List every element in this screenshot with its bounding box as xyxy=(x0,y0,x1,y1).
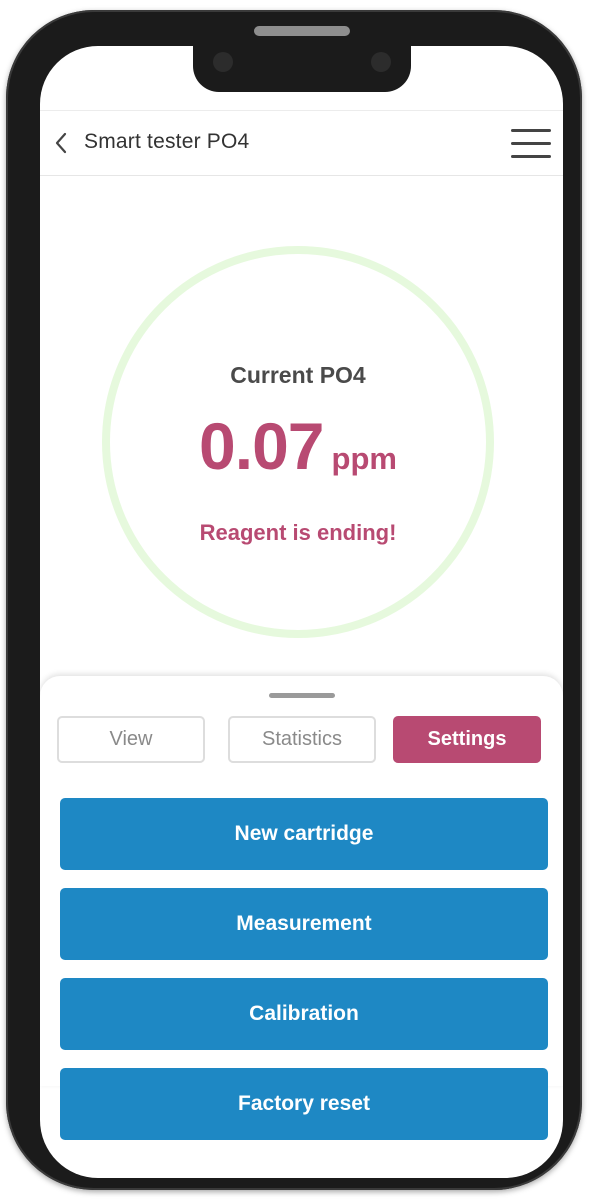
app-header: Smart tester PO4 xyxy=(40,110,563,176)
tab-settings[interactable]: Settings xyxy=(393,716,541,763)
phone-speaker xyxy=(254,26,350,36)
gauge-unit: ppm xyxy=(331,441,397,476)
camera-icon xyxy=(213,52,233,72)
gauge-label: Current PO4 xyxy=(230,362,366,388)
page-title: Smart tester PO4 xyxy=(84,130,250,153)
gauge-value: 0.07 xyxy=(199,409,324,483)
new-cartridge-button[interactable]: New cartridge xyxy=(60,798,548,870)
back-button[interactable] xyxy=(50,129,72,157)
phone-frame: Smart tester PO4 Current PO4 0.07 ppm Rea… xyxy=(6,10,582,1190)
app-screen: Smart tester PO4 Current PO4 0.07 ppm Rea… xyxy=(40,46,563,1178)
tab-statistics[interactable]: Statistics xyxy=(228,716,376,763)
tab-view[interactable]: View xyxy=(57,716,205,763)
chevron-left-icon xyxy=(55,132,67,154)
sensor-icon xyxy=(371,52,391,72)
sheet-drag-handle[interactable] xyxy=(269,693,335,698)
menu-button[interactable] xyxy=(511,127,553,161)
calibration-button[interactable]: Calibration xyxy=(60,978,548,1050)
factory-reset-button[interactable]: Factory reset xyxy=(60,1068,548,1140)
measurement-gauge: Current PO4 0.07 ppm Reagent is ending! xyxy=(102,246,494,638)
measurement-button[interactable]: Measurement xyxy=(60,888,548,960)
reagent-warning: Reagent is ending! xyxy=(199,520,397,545)
gauge-reading: 0.07 ppm xyxy=(102,408,494,484)
phone-notch xyxy=(193,46,411,92)
